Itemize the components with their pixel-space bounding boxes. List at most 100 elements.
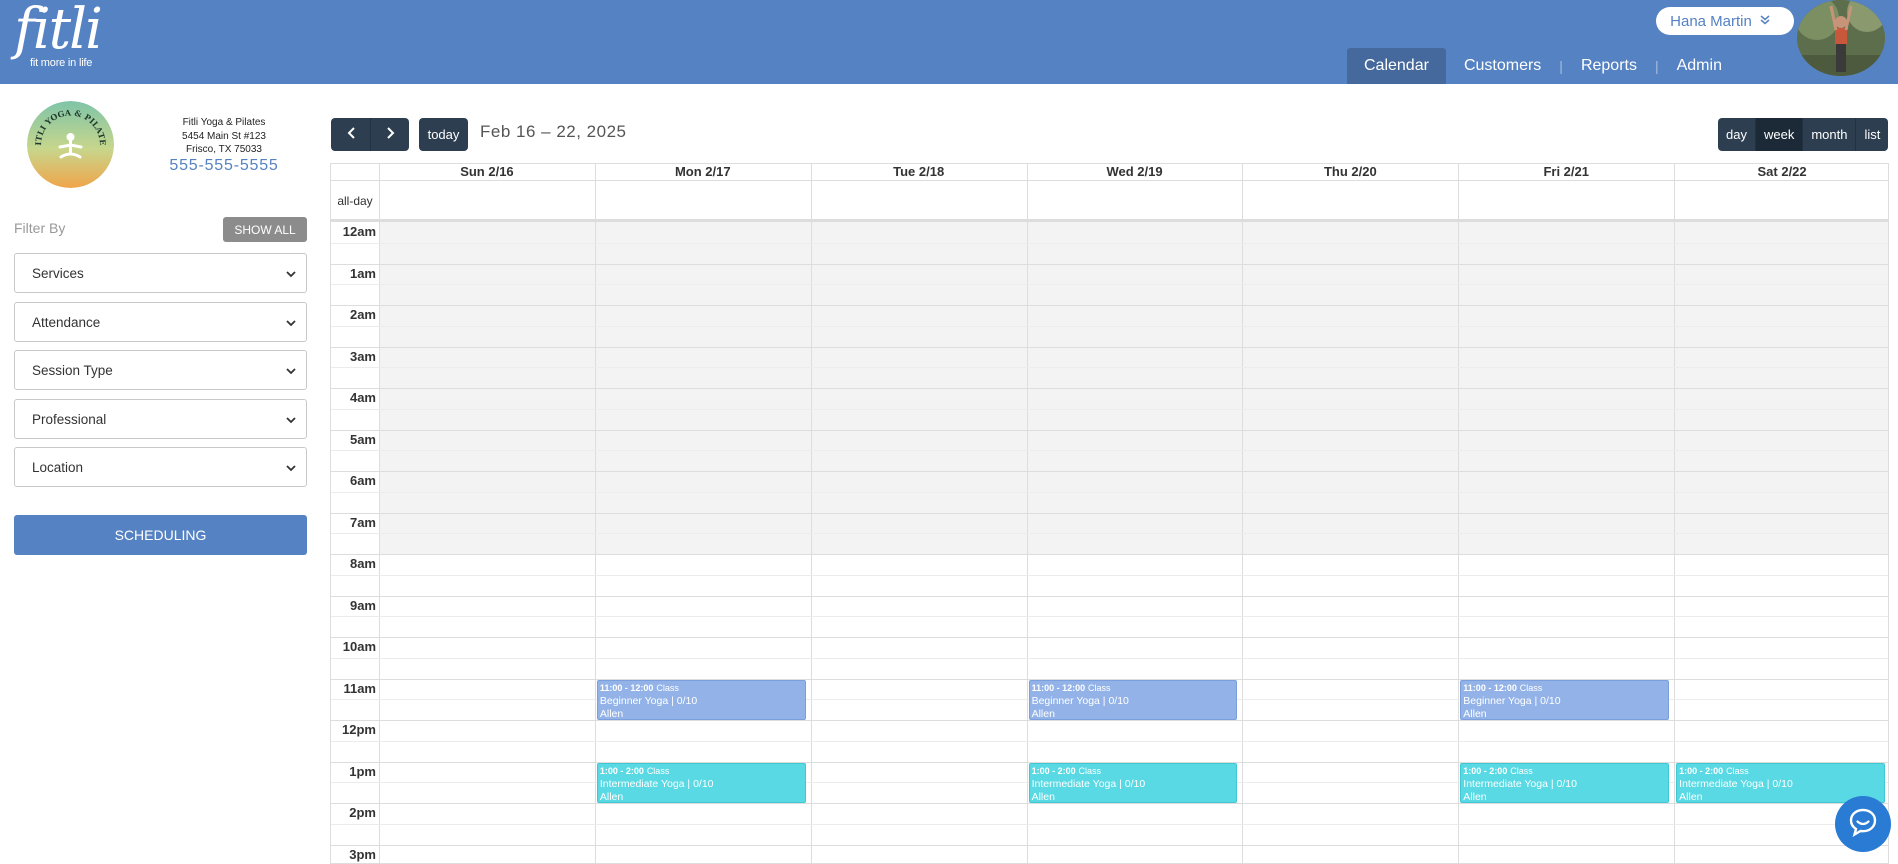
event-instructor: Allen [1463, 790, 1487, 803]
time-label: 12pm [342, 722, 376, 737]
time-label: 8am [349, 556, 376, 571]
hour-line [331, 429, 1888, 431]
half-hour-line [331, 740, 1888, 742]
user-avatar[interactable] [1797, 0, 1885, 76]
day-header[interactable]: Wed 2/19 [1027, 164, 1243, 180]
hour-line [331, 554, 1888, 555]
location-select[interactable]: Location [14, 447, 307, 487]
view-day-button[interactable]: day [1718, 118, 1756, 151]
hour-line [331, 512, 1888, 514]
logo-word: fitli [14, 0, 103, 62]
today-button[interactable]: today [419, 118, 468, 151]
studio-address: Fitli Yoga & Pilates 5454 Main St #123 F… [160, 116, 288, 157]
next-week-button[interactable] [370, 118, 409, 151]
half-hour-line [331, 367, 1888, 369]
studio-logo: FITLI YOGA & PILATES [27, 101, 114, 188]
chevron-down-icon [1760, 14, 1770, 28]
half-hour-line [331, 491, 1888, 493]
time-label: 6am [349, 473, 376, 488]
nav-calendar[interactable]: Calendar [1347, 48, 1446, 84]
view-week-button[interactable]: week [1755, 118, 1804, 151]
view-month-button[interactable]: month [1803, 118, 1857, 151]
day-header[interactable]: Thu 2/20 [1242, 164, 1458, 180]
main-nav: Calendar Customers | Reports | Admin [1347, 48, 1740, 84]
services-select[interactable]: Services [14, 253, 307, 293]
time-label: 3am [349, 348, 376, 364]
half-hour-line [331, 657, 1888, 659]
hour-line [331, 803, 1888, 804]
day-header[interactable]: Mon 2/17 [595, 164, 811, 180]
time-label: 9am [349, 597, 376, 613]
half-hour-line [331, 616, 1888, 618]
event-title: Intermediate Yoga | 0/10 [1463, 777, 1577, 790]
half-hour-line [331, 823, 1888, 825]
user-menu-button[interactable]: Hana Martin [1656, 7, 1794, 35]
scheduling-button[interactable]: SCHEDULING [14, 515, 307, 555]
event-time: 11:00 - 12:00 [1031, 682, 1086, 693]
day-column-divider [1674, 164, 1676, 863]
event-instructor: Allen [1031, 707, 1055, 720]
nav-customers[interactable]: Customers [1446, 48, 1559, 84]
calendar-event[interactable]: 11:00 - 12:00 Class Beginner Yoga | 0/10 A… [596, 679, 806, 720]
event-title: Beginner Yoga | 0/10 [1463, 694, 1561, 707]
chevron-down-icon [286, 314, 296, 330]
event-instructor: Allen [1463, 707, 1487, 720]
event-time-row: 11:00 - 12:00 Class [1032, 682, 1235, 695]
day-header[interactable]: Sat 2/22 [1674, 164, 1888, 180]
studio-address-line2: Frisco, TX 75033 [186, 144, 262, 155]
view-list-button[interactable]: list [1856, 118, 1889, 151]
calendar-event[interactable]: 1:00 - 2:00 Class Intermediate Yoga | 0/1… [596, 762, 806, 803]
time-label: 1pm [349, 763, 376, 779]
event-title: Intermediate Yoga | 0/10 [1031, 777, 1146, 790]
chat-icon [1848, 807, 1878, 842]
event-title: Beginner Yoga | 0/10 [1031, 694, 1129, 707]
day-column-divider [379, 164, 380, 863]
half-hour-line [331, 533, 1888, 535]
hour-line [331, 346, 1888, 348]
studio-phone[interactable]: 555-555-5555 [160, 157, 288, 175]
session-type-select[interactable]: Session Type [14, 350, 307, 390]
top-header: fitli fit more in life Hana Martin Calen… [0, 0, 1898, 84]
event-type: Class [646, 765, 670, 776]
day-header[interactable]: Sun 2/16 [379, 164, 595, 180]
allday-divider [331, 219, 1888, 222]
chat-button[interactable] [1835, 796, 1891, 852]
calendar-event[interactable]: 1:00 - 2:00 Class Intermediate Yoga | 0/1… [1460, 762, 1670, 803]
calendar-event[interactable]: 1:00 - 2:00 Class Intermediate Yoga | 0/1… [1028, 762, 1238, 803]
time-label: 1am [349, 265, 376, 281]
day-column-divider [594, 164, 596, 863]
day-header[interactable]: Fri 2/21 [1458, 164, 1674, 180]
calendar-event[interactable]: 11:00 - 12:00 Class Beginner Yoga | 0/10 A… [1460, 679, 1670, 720]
chevron-down-icon [286, 459, 296, 475]
event-title: Intermediate Yoga | 0/10 [599, 777, 714, 790]
time-label: 2am [349, 307, 376, 322]
chevron-down-icon [286, 411, 296, 427]
time-label: 4am [349, 390, 376, 405]
hour-line [331, 595, 1888, 597]
attendance-select[interactable]: Attendance [14, 302, 307, 342]
select-value: Services [32, 265, 84, 281]
event-time: 1:00 - 2:00 [599, 765, 644, 776]
nav-reports[interactable]: Reports [1563, 48, 1655, 84]
chevron-down-icon [286, 362, 296, 378]
hour-line [331, 844, 1888, 846]
hour-line [331, 720, 1888, 721]
prev-week-button[interactable] [331, 118, 371, 151]
event-type: Class [1726, 765, 1749, 776]
show-all-button[interactable]: SHOW ALL [223, 217, 307, 242]
event-instructor: Allen [599, 790, 624, 803]
fitli-logo[interactable]: fitli fit more in life [14, 0, 103, 70]
nav-admin[interactable]: Admin [1659, 48, 1740, 84]
day-column-divider [1242, 164, 1244, 863]
day-header[interactable]: Tue 2/18 [811, 164, 1027, 180]
half-hour-line [331, 242, 1888, 244]
time-label: 11am [343, 680, 376, 696]
select-value: Professional [32, 411, 107, 427]
calendar-event[interactable]: 11:00 - 12:00 Class Beginner Yoga | 0/10 A… [1028, 679, 1238, 720]
professional-select[interactable]: Professional [14, 399, 307, 439]
time-label: 2pm [349, 805, 376, 820]
user-name: Hana Martin [1670, 12, 1752, 30]
event-time-row: 11:00 - 12:00 Class [600, 682, 803, 695]
event-type: Class [1510, 765, 1533, 776]
event-time-row: 1:00 - 2:00 Class [1032, 765, 1235, 778]
